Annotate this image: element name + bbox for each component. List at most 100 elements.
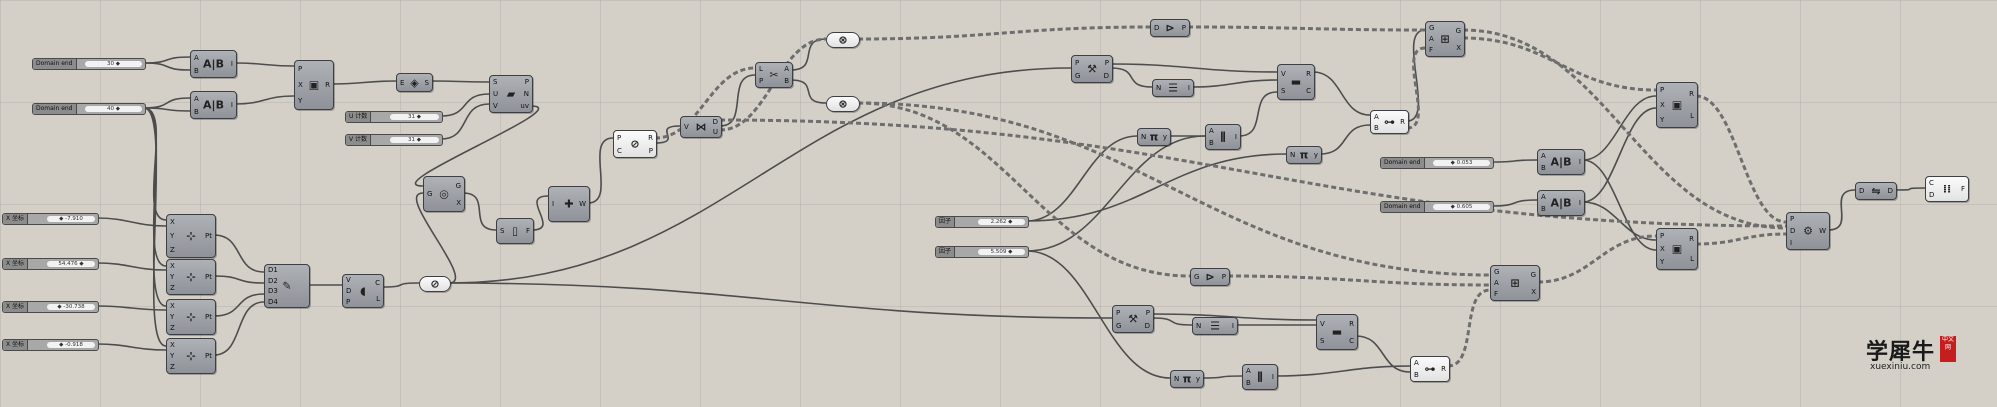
- pin-in-a[interactable]: A: [1541, 152, 1546, 160]
- number-slider-domain-end-1[interactable]: Domain end 30 ◆: [32, 58, 146, 70]
- pin-in-y[interactable]: Y: [1660, 116, 1664, 124]
- component-pi-top[interactable]: πNy: [1137, 128, 1171, 146]
- slider-value[interactable]: ◆ -30.738: [47, 304, 95, 310]
- pin-in-b[interactable]: B: [1541, 205, 1546, 213]
- component-relay-1[interactable]: ⊗: [826, 32, 860, 48]
- pin-out-r[interactable]: R: [1306, 70, 1311, 78]
- pin-out-c[interactable]: C: [1306, 87, 1311, 95]
- pin-in-d2[interactable]: D2: [268, 277, 278, 285]
- component-curve-divide[interactable]: ◖ V D P C L: [342, 274, 384, 308]
- pin-in-g[interactable]: G: [1075, 72, 1080, 80]
- pin-out-i[interactable]: I: [1235, 133, 1237, 141]
- pin-in-e[interactable]: E: [400, 79, 404, 87]
- pin-out-y[interactable]: y: [1163, 133, 1167, 141]
- pin-in-p[interactable]: P: [298, 65, 302, 73]
- pin-in-u[interactable]: U: [493, 90, 498, 98]
- pin-out-g[interactable]: G: [456, 182, 461, 190]
- pin-in-b[interactable]: B: [194, 67, 199, 75]
- pin-out-y[interactable]: y: [1314, 151, 1318, 159]
- pin-out-d[interactable]: D: [1888, 187, 1893, 195]
- pin-in-b[interactable]: B: [194, 108, 199, 116]
- number-slider-x-coord-2[interactable]: X 坐标 54.476 ◆: [2, 258, 99, 270]
- pin-in-v[interactable]: V: [1281, 70, 1286, 78]
- pin-out-uv[interactable]: uv: [520, 102, 529, 110]
- component-bounds-bot[interactable]: ⫼ A B I: [1242, 364, 1278, 390]
- pin-out-pt[interactable]: Pt: [205, 273, 212, 281]
- pin-out-r[interactable]: R: [648, 134, 653, 142]
- component-point-xyz-1[interactable]: ⊹ X Y Z Pt: [166, 214, 216, 258]
- pin-in-y[interactable]: Y: [170, 232, 174, 240]
- pin-in-p[interactable]: P: [346, 298, 350, 306]
- pin-in-d[interactable]: D: [346, 287, 351, 295]
- pin-out-b[interactable]: B: [784, 77, 789, 85]
- pin-out-i[interactable]: I: [1272, 373, 1274, 381]
- pin-out-i[interactable]: I: [231, 101, 233, 109]
- pin-out-x[interactable]: X: [1531, 288, 1536, 296]
- pin-in-b[interactable]: B: [1246, 379, 1251, 387]
- pin-out-i[interactable]: I: [1232, 322, 1234, 330]
- component-divide-surface[interactable]: ▰ S U V P Nuv: [489, 75, 533, 113]
- pin-in-g[interactable]: G: [427, 190, 432, 198]
- pin-out-s[interactable]: S: [425, 79, 429, 87]
- pin-out-l[interactable]: L: [376, 295, 380, 303]
- component-plane-surface[interactable]: ◈ E S: [396, 73, 433, 92]
- pin-out-i[interactable]: I: [1579, 158, 1581, 166]
- pin-out-pt[interactable]: Pt: [205, 313, 212, 321]
- pin-out-x[interactable]: X: [1456, 44, 1461, 52]
- pin-out-r[interactable]: R: [1441, 365, 1446, 373]
- component-range-top[interactable]: ⊶ A B R: [1370, 110, 1409, 134]
- pin-in-c[interactable]: C: [1929, 179, 1934, 187]
- pin-in-v[interactable]: V: [346, 276, 351, 284]
- component-list-item-top[interactable]: ☰ N I: [1152, 79, 1194, 97]
- pin-in-x[interactable]: X: [170, 341, 175, 349]
- pin-in-x[interactable]: X: [1660, 101, 1665, 109]
- component-construct-domain-2[interactable]: A|B A B I: [190, 91, 237, 119]
- pin-in-c[interactable]: C: [617, 147, 622, 155]
- pin-in-y[interactable]: Y: [170, 273, 174, 281]
- pin-in-n[interactable]: N: [1174, 375, 1179, 383]
- pin-out-c[interactable]: C: [1349, 337, 1354, 345]
- pin-in-v[interactable]: V: [1320, 320, 1325, 328]
- component-relay-3[interactable]: ⊘: [419, 276, 451, 292]
- number-slider-factor-2[interactable]: 因子 5.509 ◆: [935, 246, 1029, 258]
- pin-in-g[interactable]: G: [1494, 268, 1499, 276]
- component-evaluate-surface[interactable]: ⋈ V D U: [680, 116, 722, 138]
- component-bounds-right-2[interactable]: ▣ P X Y R L: [1656, 228, 1698, 270]
- component-pi-bot[interactable]: πNy: [1170, 370, 1204, 388]
- pin-in-x[interactable]: X: [298, 81, 303, 89]
- pin-in-g[interactable]: G: [1194, 273, 1199, 281]
- pin-out-p[interactable]: P: [1222, 273, 1226, 281]
- component-area[interactable]: ◎ G G X: [423, 176, 465, 212]
- pin-out-p[interactable]: P: [1105, 59, 1109, 67]
- pin-out-g[interactable]: G: [1531, 271, 1536, 279]
- component-point-xyz-3[interactable]: ⊹ X Y Z Pt: [166, 299, 216, 335]
- pin-out-c[interactable]: C: [375, 279, 380, 287]
- pin-in-a[interactable]: A: [1374, 113, 1379, 121]
- pin-in-x[interactable]: X: [170, 218, 175, 226]
- number-slider-x-coord-1[interactable]: X 坐标 ◆ -7.910: [2, 213, 99, 225]
- component-relay-2[interactable]: ⊗: [826, 96, 860, 112]
- pin-in-d[interactable]: D: [1154, 24, 1159, 32]
- pin-in-d[interactable]: D: [1929, 191, 1934, 199]
- component-pull-point[interactable]: ▯ S F: [496, 218, 534, 244]
- number-slider-x-coord-4[interactable]: X 坐标 ◆ -0.918: [2, 339, 99, 351]
- pin-out-d[interactable]: D: [713, 118, 718, 126]
- pin-in-v[interactable]: V: [493, 102, 498, 110]
- pin-out-p[interactable]: P: [1182, 24, 1186, 32]
- pin-in-p[interactable]: P: [1075, 59, 1079, 67]
- pin-in-n[interactable]: N: [1156, 84, 1161, 92]
- slider-value[interactable]: 54.476 ◆: [47, 261, 95, 267]
- number-slider-u-count[interactable]: U 计数 31 ◆: [345, 111, 443, 123]
- component-cross-mid[interactable]: ⊞ G A F G X: [1490, 265, 1540, 301]
- component-point-xyz-4[interactable]: ⊹ X Y Z Pt: [166, 338, 216, 374]
- pin-out-pt[interactable]: Pt: [205, 352, 212, 360]
- pin-out-x[interactable]: X: [456, 199, 461, 207]
- pin-in-z[interactable]: Z: [170, 246, 175, 254]
- pin-in-d[interactable]: D: [1790, 227, 1795, 235]
- pin-out-y[interactable]: y: [1196, 375, 1200, 383]
- component-point-xyz-2[interactable]: ⊹ X Y Z Pt: [166, 259, 216, 295]
- pin-out-r[interactable]: R: [325, 81, 330, 89]
- pin-out-i[interactable]: I: [1579, 199, 1581, 207]
- pin-in-l[interactable]: L: [759, 65, 763, 73]
- number-slider-domain-end-3[interactable]: Domain end ◆ 0.053: [1380, 157, 1494, 169]
